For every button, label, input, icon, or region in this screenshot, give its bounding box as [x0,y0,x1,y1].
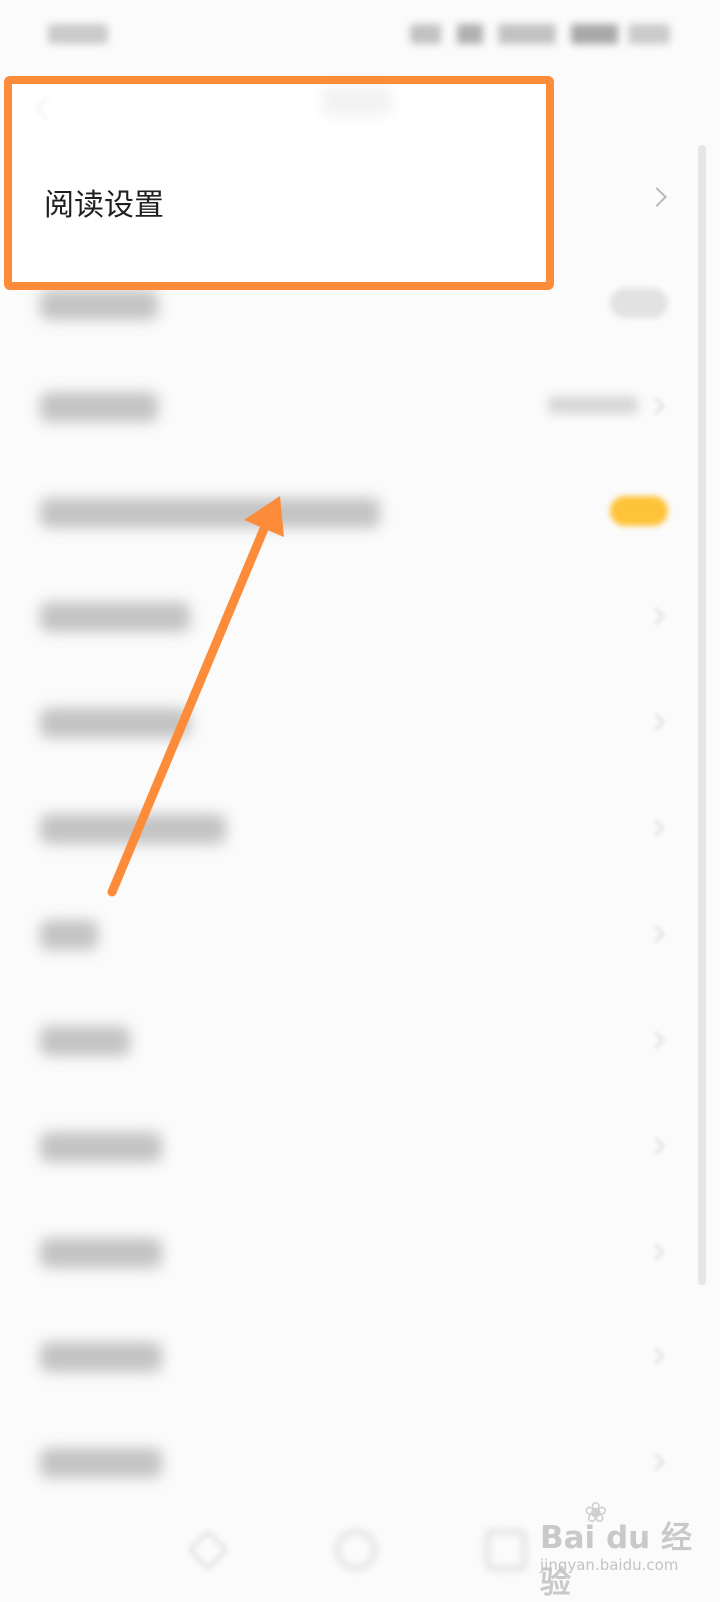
annotation-arrow [107,496,284,897]
watermark-url: jingyan.baidu.com [540,1556,679,1574]
arrow-shaft [107,519,271,897]
watermark: ❀ Bai du 经验 jingyan.baidu.com [540,1494,700,1601]
